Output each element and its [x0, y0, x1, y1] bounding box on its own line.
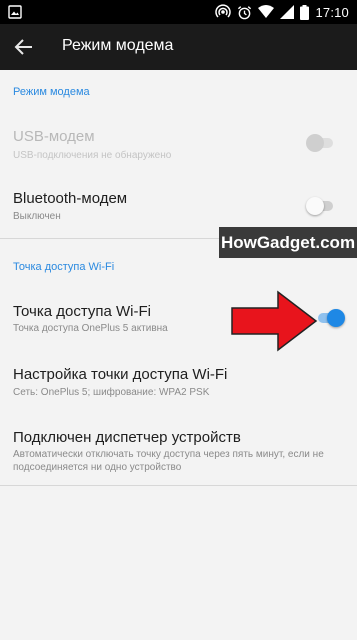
signal-icon: [280, 5, 295, 19]
wifi-hotspot-switch[interactable]: [315, 308, 345, 328]
app-toolbar: Режим модема: [0, 24, 357, 70]
device-manager-title: Подключен диспетчер устройств: [13, 429, 241, 446]
battery-icon: [300, 4, 310, 20]
wifi-icon: [258, 5, 275, 18]
wifi-hotspot-settings-title: Настройка точки доступа Wi-Fi: [13, 366, 228, 383]
section-header-hotspot: Точка доступа Wi-Fi: [13, 261, 115, 273]
watermark-badge: HowGadget.com: [219, 227, 357, 258]
usb-tethering-title: USB-модем: [13, 128, 95, 145]
wifi-hotspot-title: Точка доступа Wi-Fi: [13, 303, 151, 320]
usb-tethering-subtitle: USB-подключения не обнаружено: [13, 150, 172, 161]
list-bottom-divider: [0, 485, 357, 486]
usb-tethering-switch: [306, 133, 336, 153]
page-title: Режим модема: [62, 37, 174, 54]
bluetooth-tethering-title: Bluetooth-модем: [13, 190, 128, 207]
device-manager-subtitle: Автоматически отключать точку доступа че…: [13, 449, 324, 473]
red-arrow-icon: [231, 290, 318, 352]
image-icon: [8, 5, 22, 19]
section-header-modem: Режим модема: [13, 86, 90, 98]
hotspot-icon: [215, 4, 232, 18]
bluetooth-tethering-switch[interactable]: [306, 196, 336, 216]
arrow-back-icon[interactable]: [12, 35, 36, 59]
wifi-hotspot-settings-subtitle: Сеть: OnePlus 5; шифрование: WPA2 PSK: [13, 387, 210, 398]
alarm-icon: [238, 5, 252, 19]
usb-tethering-row: [0, 116, 357, 174]
status-bar: 17:10: [0, 0, 357, 24]
bluetooth-tethering-subtitle: Выключен: [13, 211, 61, 222]
clock-time: 17:10: [315, 4, 349, 20]
